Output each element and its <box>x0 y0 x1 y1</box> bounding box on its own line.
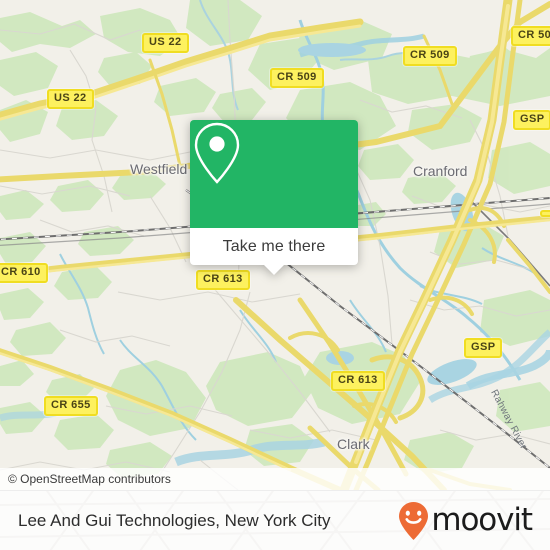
road-shield-cr509-c: CR 509 <box>511 26 550 46</box>
place-label-cranford: Cranford <box>413 163 468 179</box>
map-canvas[interactable]: Westfield Cranford Clark Rahway River US… <box>0 0 550 490</box>
moovit-logo[interactable]: moovit <box>397 501 533 541</box>
place-title: Lee And Gui Technologies, New York City <box>18 510 331 530</box>
popup-action-area[interactable]: Take me there <box>190 228 358 275</box>
road-shield-cr655: CR 655 <box>44 396 98 416</box>
road-shield-cr509-a: CR 509 <box>270 68 324 88</box>
road-shield-us22-a: US 22 <box>142 33 189 53</box>
take-me-there-label: Take me there <box>222 237 326 255</box>
map-attribution-bar: © OpenStreetMap contributors <box>0 468 550 490</box>
place-label-westfield: Westfield <box>130 161 188 177</box>
footer-bar: Lee And Gui Technologies, New York City … <box>0 490 550 550</box>
osm-attribution-text[interactable]: © OpenStreetMap contributors <box>0 472 171 486</box>
road-shield-cr613-a: CR 613 <box>196 270 250 290</box>
popup-icon-area <box>190 120 358 228</box>
map-screen: Westfield Cranford Clark Rahway River US… <box>0 0 550 550</box>
moovit-wordmark: moovit <box>431 502 533 538</box>
road-shield-edge-partial <box>540 210 550 217</box>
popup-pointer-tail <box>263 264 285 275</box>
place-label-clark: Clark <box>337 436 370 452</box>
road-shield-cr613-b: CR 613 <box>331 371 385 391</box>
road-shield-cr509-b: CR 509 <box>403 46 457 66</box>
moovit-pin-smile-icon <box>399 501 429 540</box>
road-shield-gsp-a: GSP <box>513 110 550 130</box>
road-shield-gsp-b: GSP <box>464 338 503 358</box>
location-pin-icon <box>194 122 240 184</box>
destination-popup-card[interactable]: Take me there <box>190 120 358 275</box>
road-shield-us22-b: US 22 <box>47 89 94 109</box>
road-shield-cr610: CR 610 <box>0 263 48 283</box>
